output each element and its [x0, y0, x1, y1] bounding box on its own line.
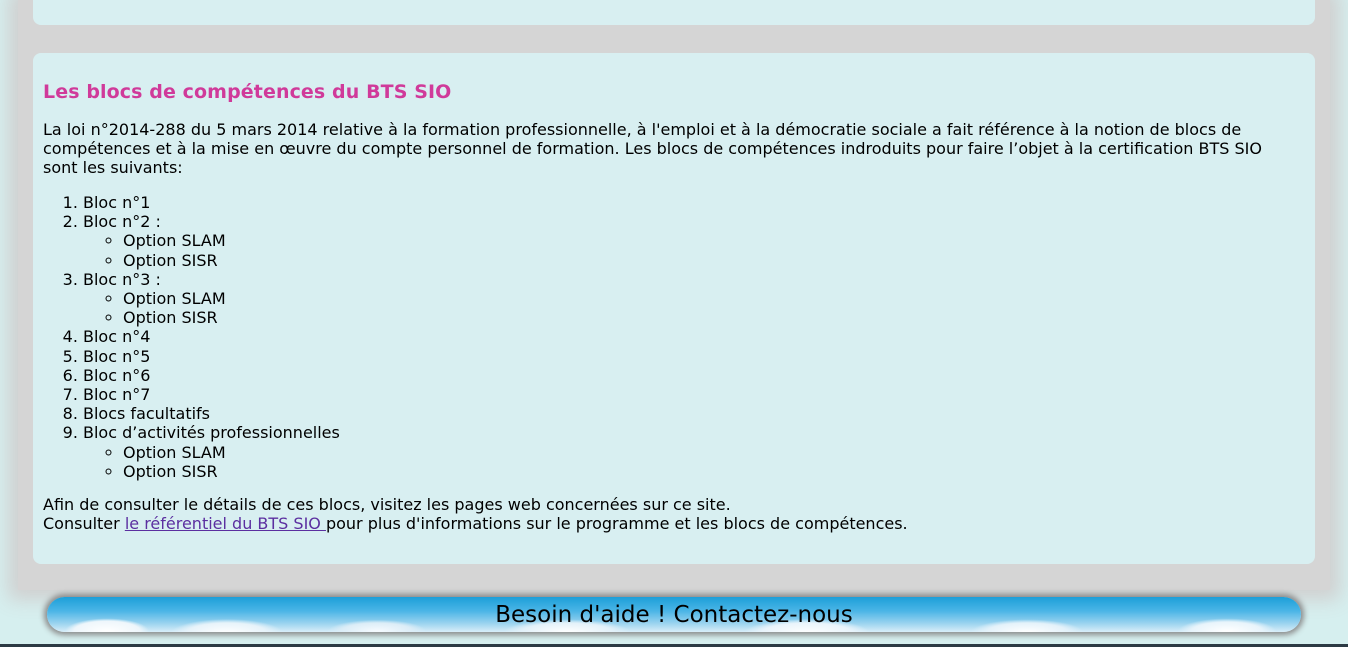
- option-item: Option SISR: [123, 251, 1305, 270]
- list-item: Bloc n°7: [83, 385, 1305, 404]
- outro-prefix: Consulter: [43, 514, 125, 534]
- list-item: Bloc n°6: [83, 366, 1305, 385]
- option-item: Option SISR: [123, 462, 1305, 481]
- blocs-section-panel: Les blocs de compétences du BTS SIO La l…: [33, 53, 1315, 564]
- option-item: Option SLAM: [123, 443, 1305, 462]
- options-list: Option SLAM Option SISR: [83, 231, 1305, 269]
- options-list: Option SLAM Option SISR: [83, 289, 1305, 327]
- list-item: Bloc n°5: [83, 347, 1305, 366]
- option-item: Option SLAM: [123, 231, 1305, 250]
- bloc-label: Bloc n°5: [83, 346, 151, 366]
- contact-banner[interactable]: Besoin d'aide ! Contactez-nous: [47, 597, 1301, 632]
- bloc-label: Blocs facultatifs: [83, 404, 211, 424]
- list-item: Bloc n°1: [83, 193, 1305, 212]
- list-item: Bloc n°2 : Option SLAM Option SISR: [83, 212, 1305, 270]
- bloc-label: Bloc n°4: [83, 327, 151, 347]
- blocs-list: Bloc n°1 Bloc n°2 : Option SLAM Option S…: [43, 193, 1305, 481]
- referentiel-link[interactable]: le référentiel du BTS SIO: [125, 514, 326, 533]
- outro-line-1: Afin de consulter le détails de ces bloc…: [43, 495, 731, 515]
- outro-paragraph: Afin de consulter le détails de ces bloc…: [43, 495, 1305, 533]
- bloc-label: Bloc n°6: [83, 365, 151, 385]
- previous-section-panel: [33, 0, 1315, 25]
- bloc-label: Bloc n°2 :: [83, 212, 161, 232]
- intro-paragraph: La loi n°2014-288 du 5 mars 2014 relativ…: [43, 120, 1262, 177]
- list-item: Bloc n°4: [83, 327, 1305, 346]
- bloc-label: Bloc d’activités professionnelles: [83, 423, 340, 443]
- bloc-label: Bloc n°3 :: [83, 269, 161, 289]
- outro-suffix: pour plus d'informations sur le programm…: [325, 514, 908, 534]
- bloc-label: Bloc n°7: [83, 385, 151, 405]
- option-item: Option SISR: [123, 308, 1305, 327]
- list-item: Blocs facultatifs: [83, 404, 1305, 423]
- option-item: Option SLAM: [123, 289, 1305, 308]
- list-item: Bloc d’activités professionnelles Option…: [83, 423, 1305, 481]
- contact-banner-text[interactable]: Besoin d'aide ! Contactez-nous: [47, 597, 1301, 632]
- section-title: Les blocs de compétences du BTS SIO: [43, 81, 452, 103]
- list-item: Bloc n°3 : Option SLAM Option SISR: [83, 270, 1305, 328]
- options-list: Option SLAM Option SISR: [83, 443, 1305, 481]
- bloc-label: Bloc n°1: [83, 193, 151, 212]
